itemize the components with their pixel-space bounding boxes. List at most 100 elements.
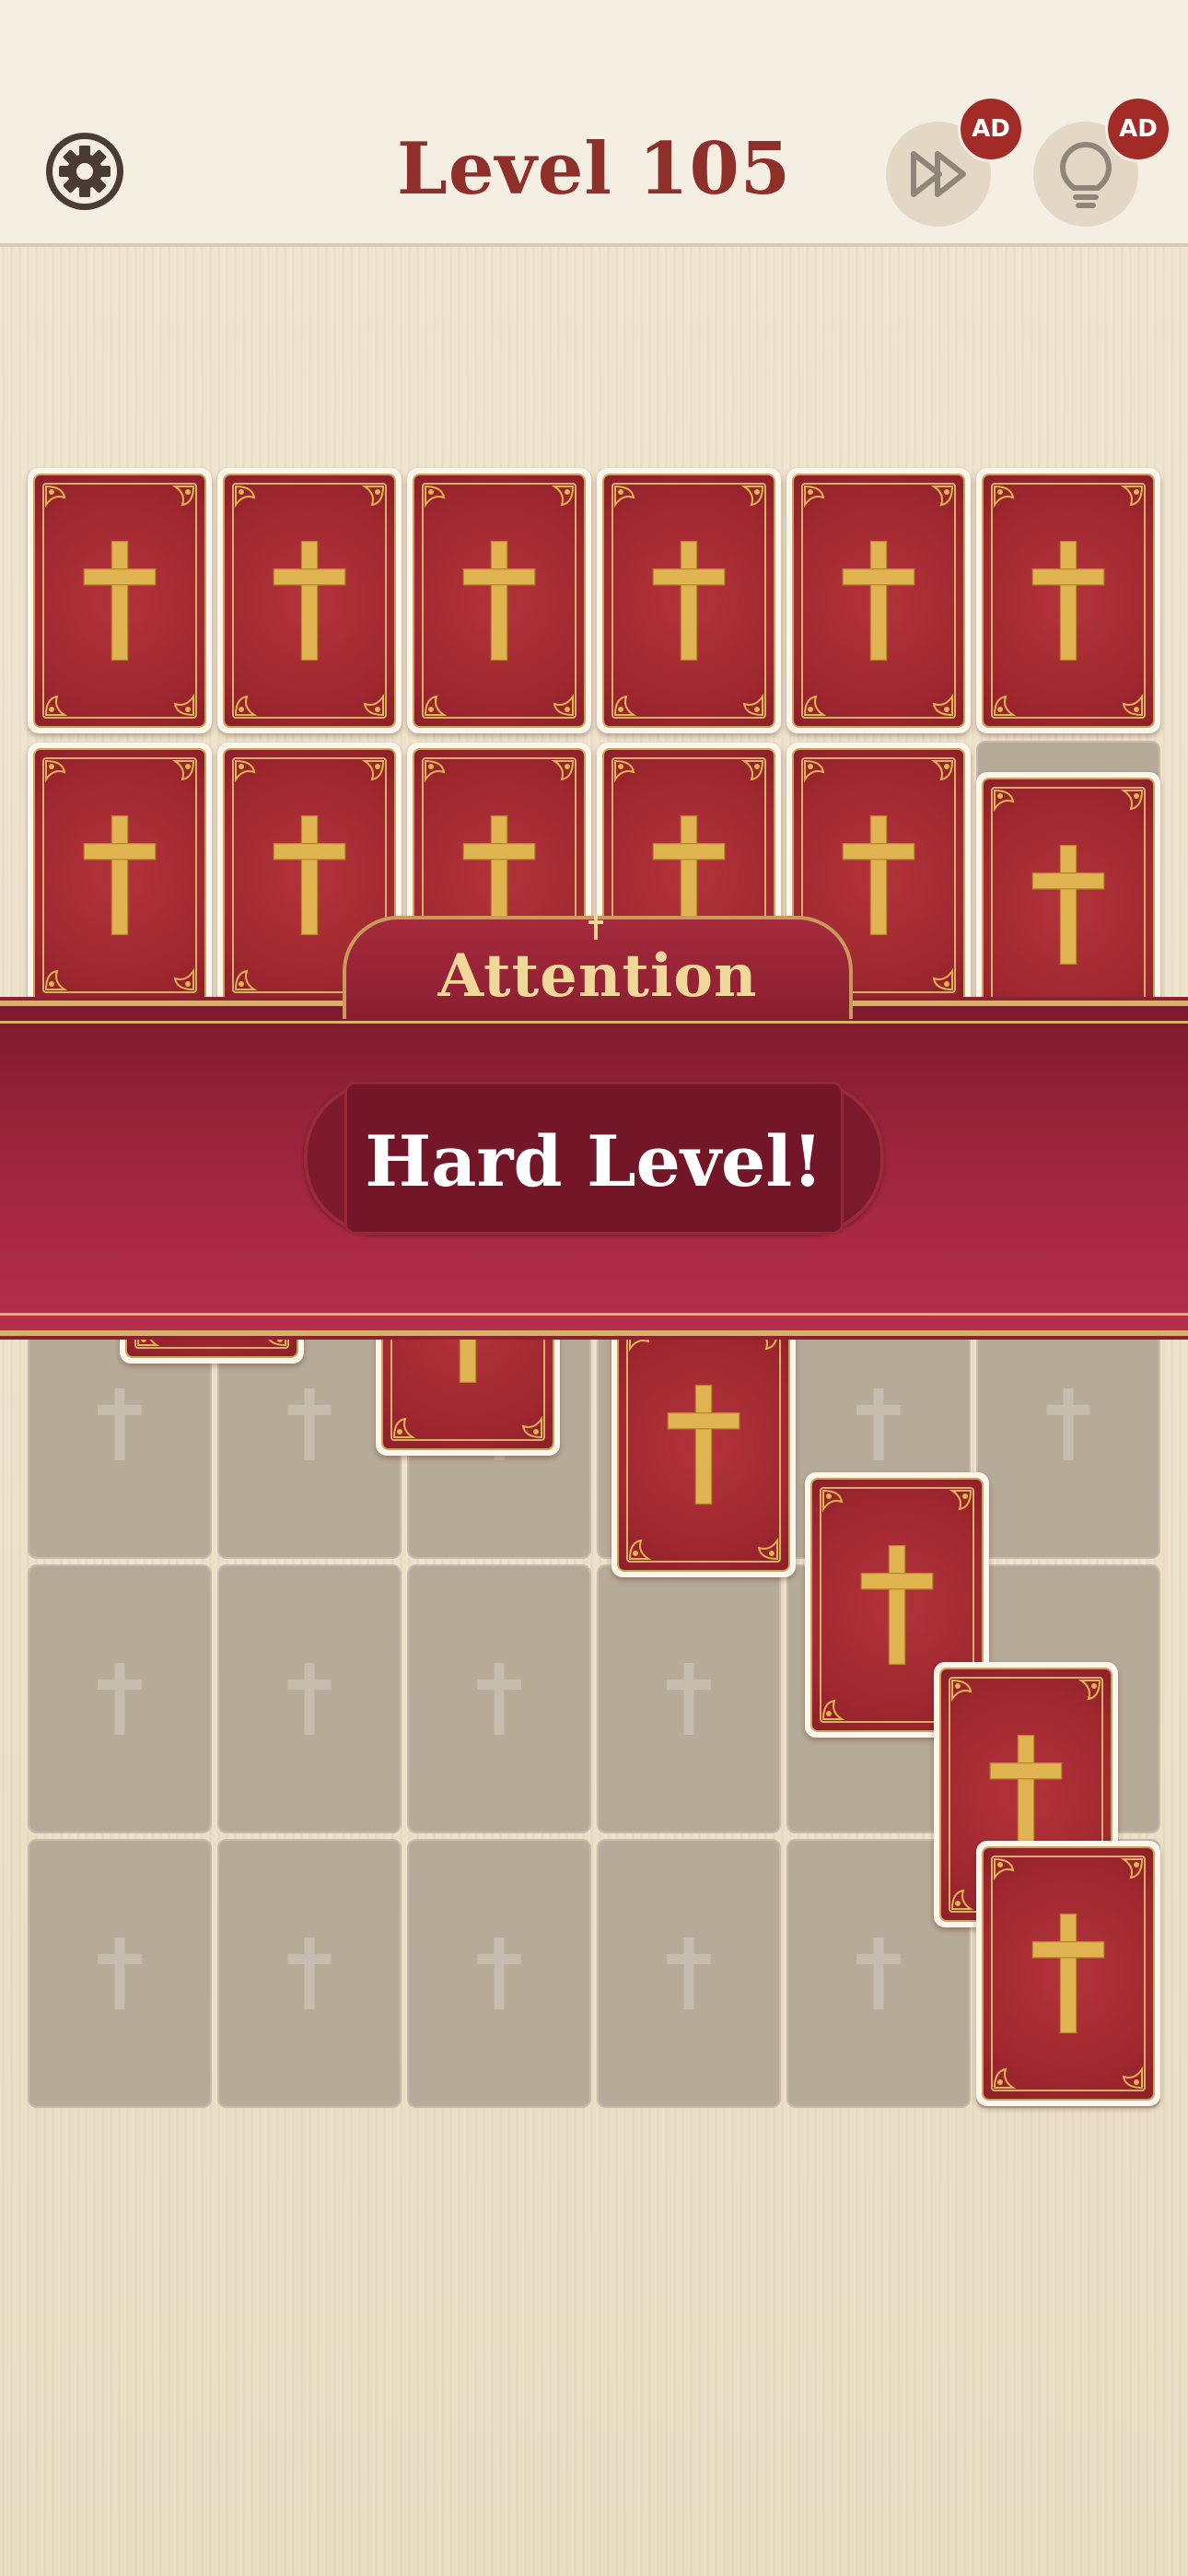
corner-ornament-icon (361, 760, 385, 781)
slot-cross-icon (477, 1938, 521, 2009)
face-down-card[interactable] (976, 772, 1160, 1037)
slot-cross-icon (287, 1938, 332, 2009)
message-plate: Hard Level! (304, 1082, 884, 1235)
corner-ornament-icon (993, 695, 1017, 716)
face-down-card[interactable] (976, 468, 1160, 733)
empty-card-slot (217, 1564, 402, 1833)
slot-cross-icon (98, 1388, 142, 1460)
empty-card-slot (407, 1564, 591, 1833)
cross-icon (1031, 845, 1105, 965)
corner-ornament-icon (1122, 693, 1143, 717)
attention-tab: Attention (343, 914, 853, 1019)
cross-icon (1031, 1914, 1105, 2033)
cross-icon (83, 815, 157, 935)
corner-ornament-icon (804, 759, 825, 783)
corner-ornament-icon (1122, 2066, 1143, 2090)
card-back (33, 474, 206, 728)
face-down-card[interactable] (407, 468, 591, 733)
corner-ornament-icon (173, 967, 194, 991)
face-down-card[interactable] (786, 468, 971, 733)
corner-ornament-icon (1077, 1680, 1101, 1701)
card-back (982, 1846, 1155, 2101)
face-down-card[interactable] (217, 468, 402, 733)
slot-cross-icon (287, 1663, 332, 1735)
slot-cross-icon (1046, 1388, 1090, 1460)
corner-ornament-icon (425, 485, 446, 509)
slot-cross-icon (856, 1938, 901, 2009)
corner-ornament-icon (234, 695, 258, 716)
cross-icon (860, 1545, 934, 1665)
face-down-card[interactable] (976, 1841, 1160, 2106)
corner-ornament-icon (361, 486, 385, 507)
corner-ornament-icon (757, 1537, 778, 1561)
attention-label: Attention (437, 942, 758, 1011)
corner-ornament-icon (1120, 790, 1144, 811)
corner-ornament-icon (821, 1699, 845, 1720)
empty-card-slot (597, 1564, 781, 1833)
hint-ad-badge: AD (1105, 96, 1171, 162)
corner-ornament-icon (994, 1857, 1015, 1881)
cross-icon (842, 815, 915, 935)
corner-ornament-icon (424, 695, 448, 716)
empty-card-slot (597, 1839, 781, 2108)
slot-cross-icon (667, 1663, 711, 1735)
face-down-card[interactable] (28, 468, 212, 733)
corner-ornament-icon (1120, 486, 1144, 507)
corner-ornament-icon (740, 486, 764, 507)
cross-icon (273, 541, 346, 661)
cross-icon (1031, 541, 1105, 661)
face-down-card[interactable] (28, 743, 212, 1008)
corner-ornament-icon (628, 1539, 652, 1560)
corner-ornament-icon (551, 760, 575, 781)
corner-ornament-icon (803, 695, 827, 716)
corner-ornament-icon (822, 1489, 844, 1513)
corner-ornament-icon (425, 759, 446, 783)
empty-card-slot (407, 1839, 591, 2108)
corner-ornament-icon (932, 693, 953, 717)
corner-ornament-icon (44, 695, 68, 716)
card-back (413, 474, 586, 728)
cross-icon (462, 541, 536, 661)
corner-ornament-icon (173, 693, 194, 717)
cross-icon (83, 541, 157, 661)
corner-ornament-icon (521, 1415, 542, 1439)
card-back (792, 474, 965, 728)
corner-ornament-icon (742, 693, 763, 717)
corner-ornament-icon (993, 2067, 1017, 2089)
corner-ornament-icon (392, 1417, 416, 1438)
card-back (982, 778, 1155, 1032)
card-back (33, 748, 206, 1002)
corner-ornament-icon (804, 485, 825, 509)
slot-cross-icon (856, 1388, 901, 1460)
cross-icon (989, 1735, 1063, 1855)
cross-icon (667, 1385, 740, 1505)
corner-ornament-icon (171, 760, 195, 781)
skip-ad-badge: AD (958, 96, 1024, 162)
card-back (602, 474, 775, 728)
slot-cross-icon (287, 1388, 332, 1460)
card-back (617, 1317, 790, 1572)
corner-ornament-icon (930, 760, 954, 781)
card-back (982, 474, 1155, 728)
slot-cross-icon (98, 1663, 142, 1735)
corner-ornament-icon (171, 486, 195, 507)
corner-ornament-icon (45, 759, 66, 783)
corner-ornament-icon (740, 760, 764, 781)
hard-level-message: Hard Level! (365, 1120, 823, 1202)
corner-ornament-icon (949, 1490, 973, 1511)
corner-ornament-icon (363, 693, 384, 717)
corner-ornament-icon (932, 967, 953, 991)
corner-ornament-icon (614, 759, 635, 783)
face-down-card[interactable] (597, 468, 781, 733)
slot-cross-icon (98, 1938, 142, 2009)
corner-ornament-icon (994, 789, 1015, 813)
corner-ornament-icon (613, 695, 637, 716)
empty-card-slot (28, 1839, 212, 2108)
corner-ornament-icon (234, 969, 258, 990)
face-down-card[interactable] (611, 1312, 796, 1577)
corner-ornament-icon (951, 1679, 973, 1703)
corner-ornament-icon (235, 485, 256, 509)
card-back (223, 474, 396, 728)
corner-ornament-icon (994, 485, 1015, 509)
corner-ornament-icon (1120, 1858, 1144, 1879)
